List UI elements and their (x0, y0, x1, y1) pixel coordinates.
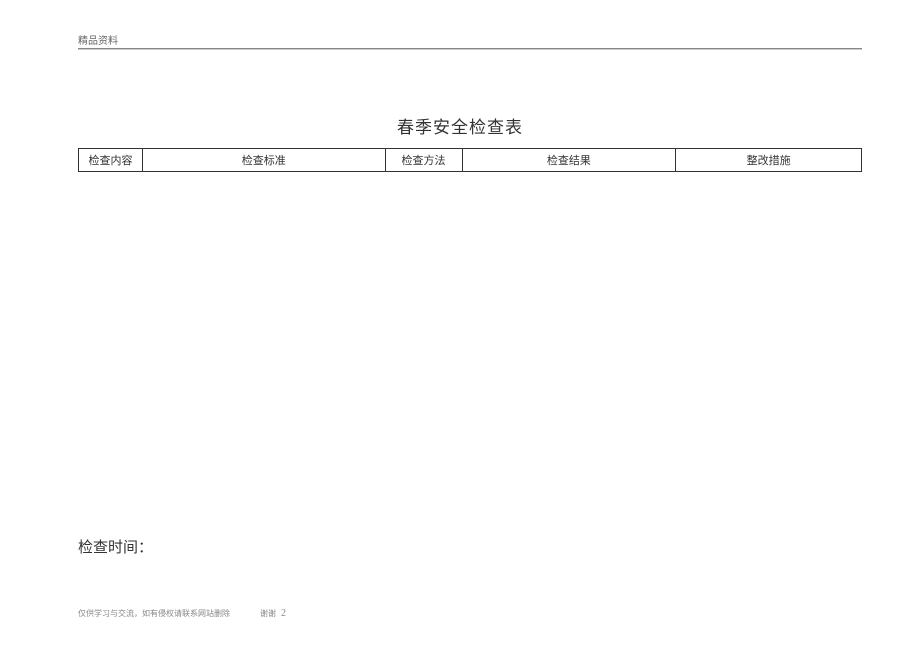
footer-disclaimer: 仅供学习与交流，如有侵权请联系网站删除 (78, 609, 230, 618)
document-title: 春季安全检查表 (0, 113, 920, 138)
page-number: 2 (281, 608, 286, 619)
table-header-standard: 检查标准 (142, 149, 385, 172)
footer-thanks: 谢谢 (260, 609, 276, 618)
inspection-table: 检查内容 检查标准 检查方法 检查结果 整改措施 (78, 148, 862, 172)
table-header-action: 整改措施 (676, 149, 862, 172)
header-divider (78, 48, 862, 50)
check-time-label: 检查时间： (78, 536, 153, 557)
header-label: 精品资料 (78, 32, 118, 47)
table-header-content: 检查内容 (79, 149, 143, 172)
table-header-method: 检查方法 (385, 149, 462, 172)
table-header-row: 检查内容 检查标准 检查方法 检查结果 整改措施 (79, 149, 862, 172)
table-header-result: 检查结果 (462, 149, 676, 172)
footer: 仅供学习与交流，如有侵权请联系网站删除 谢谢 2 (78, 608, 286, 619)
